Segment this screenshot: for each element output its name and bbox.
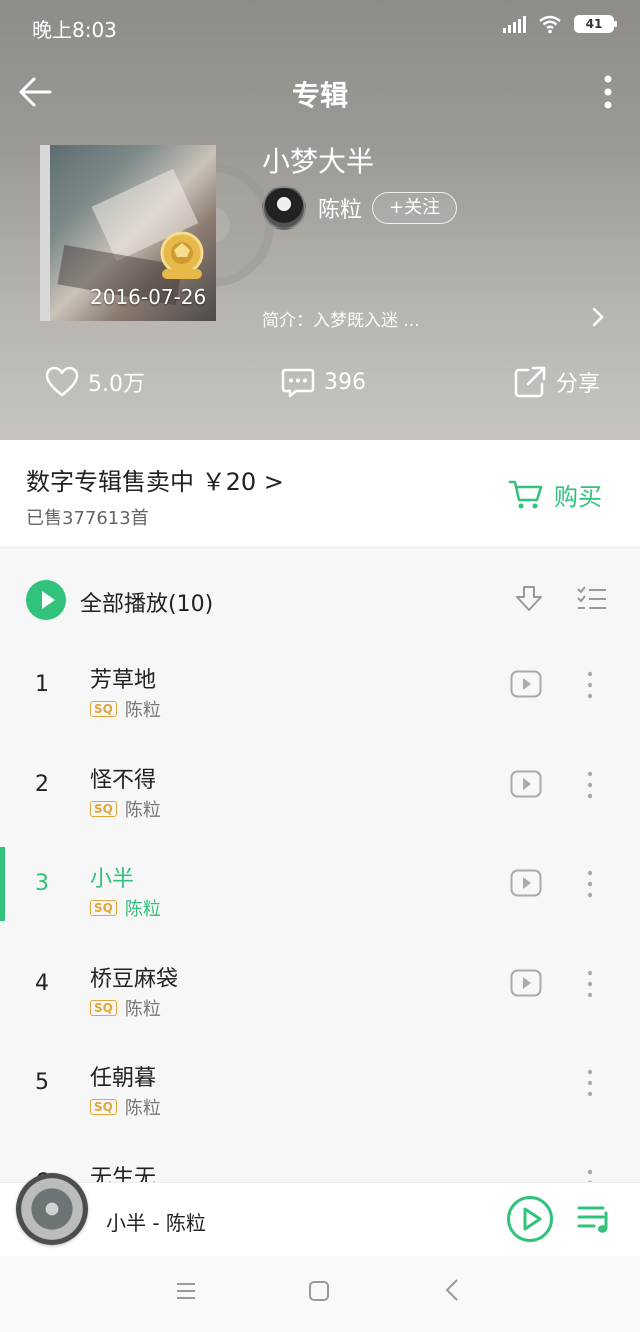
sq-badge: SQ (90, 701, 117, 717)
song-meta: SQ 陈粒 (90, 796, 161, 822)
sq-badge: SQ (90, 999, 117, 1016)
more-vertical-icon[interactable] (586, 969, 594, 999)
mv-play-icon[interactable] (510, 770, 542, 798)
now-playing-indicator (0, 847, 5, 921)
comment-button[interactable]: 396 (280, 364, 366, 400)
song-title: 怪不得 (90, 767, 157, 793)
signal-icon (503, 15, 526, 33)
page-title: 专辑 (291, 79, 348, 112)
sale-title[interactable]: 数字专辑售卖中 ￥20 > (26, 462, 284, 497)
cart-icon (508, 480, 543, 509)
album-header: 晚上8:03 41 专辑 2016-07-26 小梦大半 陈粒 +关注 简介：入… (0, 0, 640, 440)
cover-image: 2016-07-26 (40, 145, 216, 321)
track-number: 2 (35, 771, 49, 797)
multi-select-icon[interactable] (576, 584, 608, 614)
status-time: 晚上8:03 (32, 18, 117, 42)
share-button[interactable]: 分享 (512, 364, 600, 400)
song-artist: 陈粒 (124, 700, 161, 721)
song-meta: SQ 陈粒 (90, 995, 161, 1021)
song-row-1[interactable]: 1 芳草地 SQ 陈粒 (0, 636, 640, 736)
song-row-4[interactable]: 4 桥豆麻袋 SQ 陈粒 (0, 935, 640, 1035)
home-icon[interactable] (308, 1280, 330, 1302)
buy-label: 购买 (554, 482, 602, 511)
status-bar: 晚上8:03 41 (0, 0, 640, 52)
recent-apps-icon[interactable] (176, 1282, 196, 1300)
song-title: 桥豆麻袋 (90, 966, 179, 992)
album-cover[interactable]: 2016-07-26 (40, 145, 274, 321)
song-list: 1 芳草地 SQ 陈粒 2 怪不得 SQ 陈粒 3 小半 SQ 陈粒 4 桥豆麻… (0, 636, 640, 1233)
follow-button[interactable]: +关注 (372, 192, 458, 224)
song-meta: SQ 陈粒 (90, 895, 161, 921)
wifi-icon (539, 15, 561, 34)
chevron-right-icon[interactable] (590, 305, 606, 329)
song-artist: 陈粒 (124, 799, 161, 821)
like-button[interactable]: 5.0万 (44, 364, 145, 400)
track-number: 4 (35, 970, 49, 996)
track-number: 1 (35, 672, 49, 697)
more-vertical-icon[interactable] (586, 770, 594, 800)
song-row-3[interactable]: 3 小半 SQ 陈粒 (0, 835, 640, 935)
like-count: 5.0万 (88, 372, 145, 397)
mv-play-icon[interactable] (510, 670, 542, 698)
album-title: 小梦大半 (262, 145, 375, 178)
mv-play-icon[interactable] (510, 969, 542, 997)
song-meta: SQ 陈粒 (90, 1094, 161, 1120)
play-icon[interactable] (506, 1195, 554, 1243)
sq-badge: SQ (90, 1099, 117, 1115)
gold-record-badge-icon (160, 231, 204, 279)
more-vertical-icon[interactable] (586, 670, 594, 700)
song-title: 小半 (90, 867, 135, 892)
comment-count: 396 (324, 369, 366, 395)
sq-badge: SQ (90, 900, 117, 916)
track-number: 3 (35, 871, 49, 896)
album-intro[interactable]: 简介：入梦既入迷 ... (262, 306, 420, 331)
artist-avatar[interactable] (262, 186, 306, 230)
song-artist: 陈粒 (124, 1098, 161, 1119)
status-icons: 41 (503, 14, 617, 34)
share-label: 分享 (556, 372, 601, 397)
system-nav-bar (0, 1256, 640, 1332)
song-title: 任朝暮 (90, 1066, 157, 1091)
heart-icon (45, 366, 79, 397)
digital-album-sale: 数字专辑售卖中 ￥20 > 已售377613首 购买 (0, 440, 640, 548)
stats-bar: 5.0万 396 分享 (0, 364, 640, 412)
more-vertical-icon[interactable] (598, 72, 618, 112)
download-icon[interactable] (514, 584, 544, 614)
now-playing-title[interactable]: 小半 - 陈粒 (106, 1207, 206, 1236)
song-artist: 陈粒 (124, 899, 161, 920)
cover-date: 2016-07-26 (90, 285, 207, 309)
song-meta: SQ 陈粒 (90, 696, 161, 722)
song-row-2[interactable]: 2 怪不得 SQ 陈粒 (0, 736, 640, 836)
song-title: 芳草地 (90, 668, 157, 693)
play-all-label[interactable]: 全部播放(10) (80, 586, 213, 618)
track-number: 5 (35, 1070, 49, 1095)
nav-bar: 专辑 (0, 64, 640, 120)
artist-row: 陈粒 +关注 (262, 186, 458, 230)
song-artist: 陈粒 (124, 998, 161, 1020)
more-vertical-icon[interactable] (586, 869, 594, 899)
song-row-5[interactable]: 5 任朝暮 SQ 陈粒 (0, 1034, 640, 1134)
artist-name[interactable]: 陈粒 (318, 192, 362, 224)
mv-play-icon[interactable] (510, 869, 542, 897)
now-playing-cover[interactable] (16, 1173, 88, 1245)
sold-count: 已售377613首 (26, 508, 149, 529)
battery-icon: 41 (574, 15, 617, 33)
comment-icon (281, 368, 315, 398)
mini-player[interactable]: 小半 - 陈粒 (0, 1173, 640, 1256)
play-all-icon[interactable] (26, 580, 66, 620)
playlist-icon[interactable] (576, 1201, 614, 1237)
more-vertical-icon[interactable] (586, 1068, 594, 1098)
share-icon (514, 366, 546, 398)
buy-button[interactable]: 购买 (508, 476, 602, 512)
sq-badge: SQ (90, 800, 117, 817)
back-icon[interactable] (444, 1278, 460, 1302)
